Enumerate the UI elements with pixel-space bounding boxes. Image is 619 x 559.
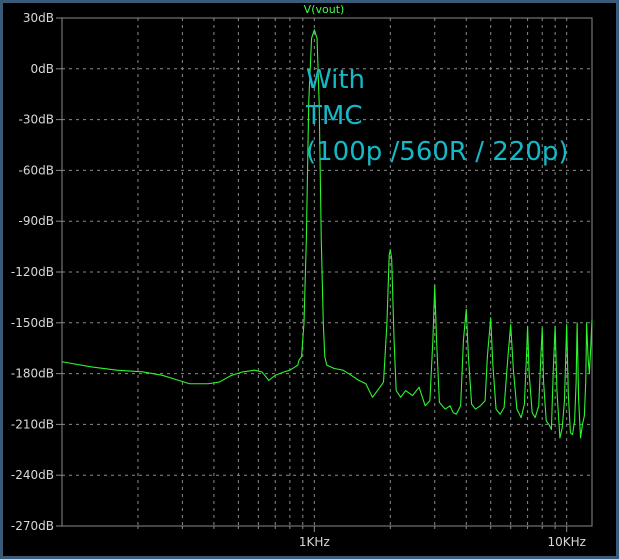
axis-ticks: 30dB 0dB -30dB -60dB -90dB -120dB -150dB -180dB… — [11, 11, 586, 549]
y-tick-label: -90dB — [19, 214, 54, 228]
y-tick-label: -270dB — [11, 519, 54, 533]
annotation-line: With — [306, 65, 365, 95]
annotation-line: TMC — [305, 101, 362, 131]
x-tick-label: 10KHz — [547, 535, 585, 549]
annotation-line: (100p /560R / 220p) — [306, 137, 569, 167]
y-tick-label: 30dB — [23, 11, 54, 25]
annotation-group: With TMC (100p /560R / 220p) — [305, 65, 569, 167]
x-tick-label: 1KHz — [299, 535, 330, 549]
y-tick-label: -180dB — [11, 367, 54, 381]
y-tick-label: -30dB — [19, 113, 54, 127]
y-tick-label: -150dB — [11, 316, 54, 330]
y-tick-label: -120dB — [11, 265, 54, 279]
y-tick-label: -210dB — [11, 417, 54, 431]
y-tick-label: 0dB — [31, 62, 54, 76]
spectrum-chart[interactable]: V(vout) 30dB 0dB -30dB -60dB -90dB -120dB -150… — [0, 0, 619, 559]
y-tick-label: -60dB — [19, 163, 54, 177]
trace-label[interactable]: V(vout) — [304, 3, 345, 16]
y-tick-label: -240dB — [11, 468, 54, 482]
